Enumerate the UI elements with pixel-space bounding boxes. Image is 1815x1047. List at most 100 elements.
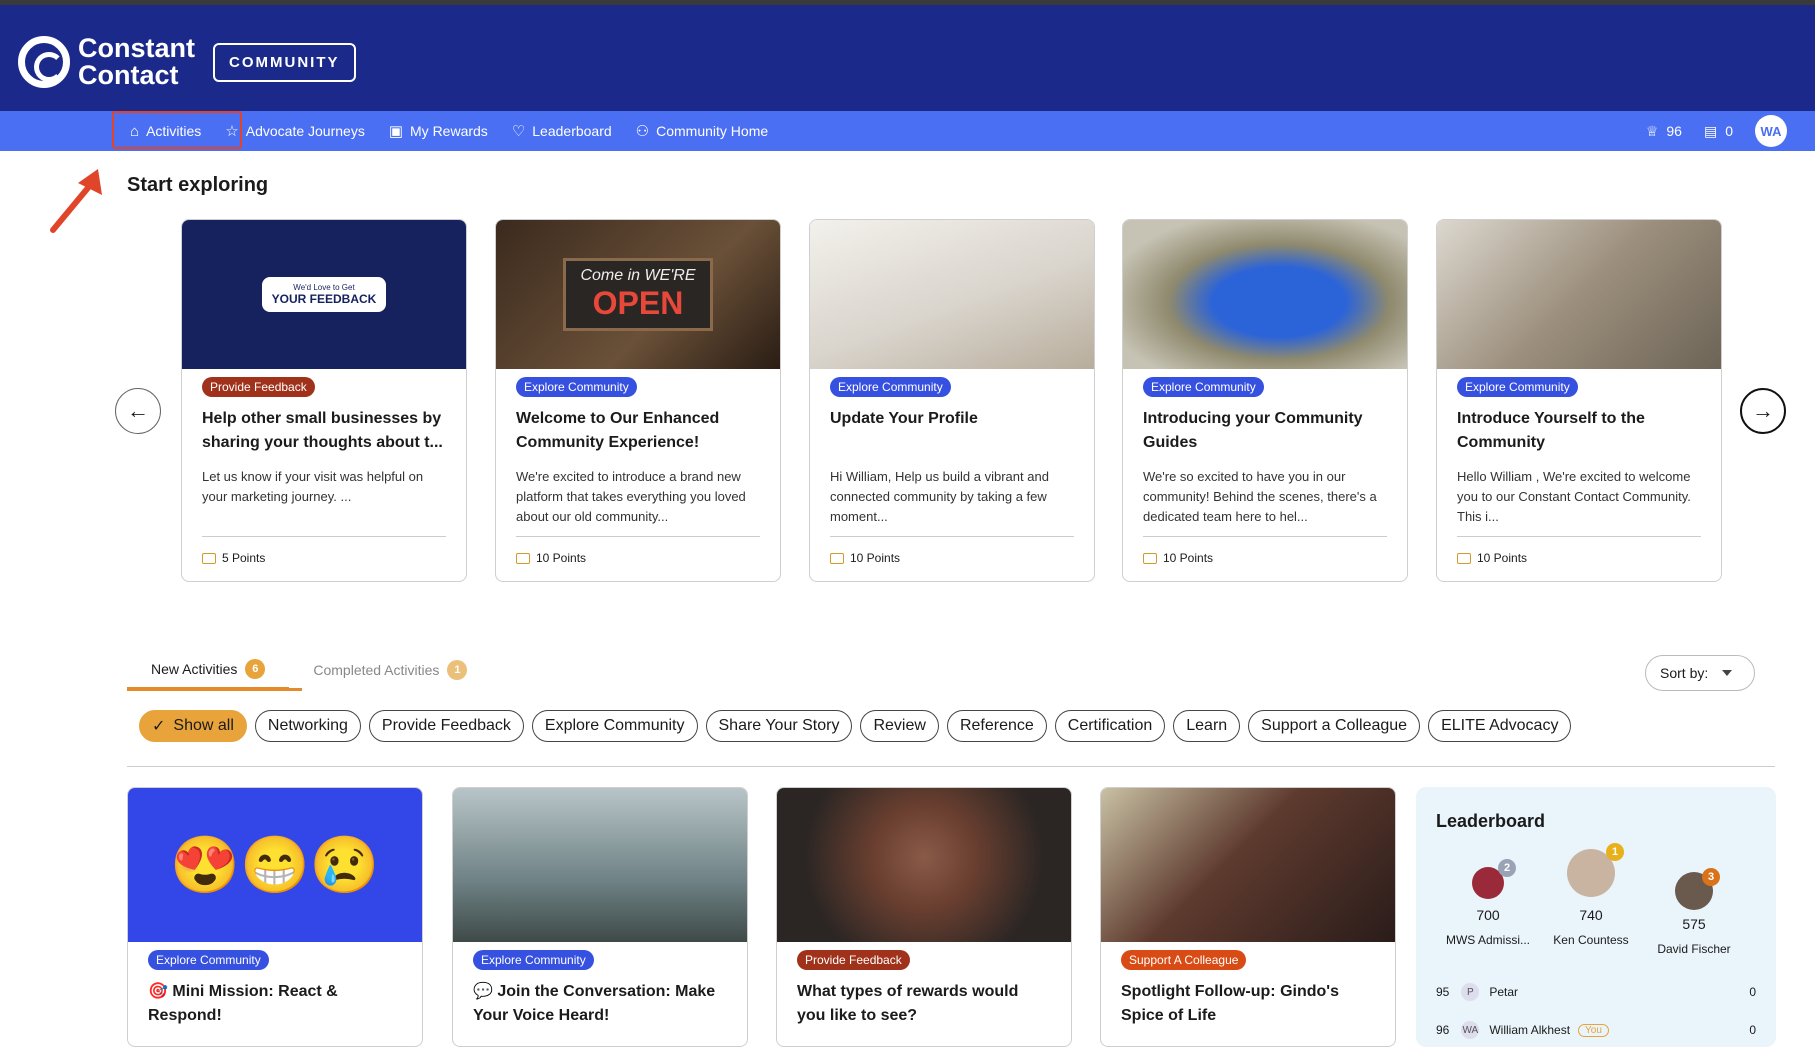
podium-first[interactable]: 1 740 Ken Countess	[1541, 843, 1641, 947]
nav-activities[interactable]: ⌂ Activities	[118, 111, 213, 151]
points-label: 10 Points	[1477, 551, 1528, 565]
card-tag: Explore Community	[473, 950, 594, 970]
nav-label: My Rewards	[410, 123, 488, 139]
card-points: 10 Points	[1143, 536, 1387, 565]
carousel-prev-button[interactable]: ←	[115, 388, 161, 434]
activity-card[interactable]: Explore Community 💬 Join the Conversatio…	[452, 787, 748, 1047]
leaderboard-title: Leaderboard	[1436, 811, 1546, 831]
carousel-next-button[interactable]: →	[1740, 388, 1786, 434]
leaderboard-panel: Leaderboard 2 700 MWS Admissi... 1 740 K…	[1416, 787, 1776, 1047]
chip-review[interactable]: Review	[860, 710, 939, 742]
chip-share-your-story[interactable]: Share Your Story	[705, 710, 853, 742]
coins-icon	[202, 552, 216, 564]
emoji-faces-icon: 😍😁😢	[170, 833, 380, 896]
card-image	[810, 220, 1094, 369]
chip-provide-feedback[interactable]: Provide Feedback	[368, 710, 524, 742]
coins-icon	[830, 552, 844, 564]
explore-card[interactable]: We'd Love to Get YOUR FEEDBACK Provide F…	[181, 219, 467, 582]
points-label: 10 Points	[1163, 551, 1214, 565]
activity-card[interactable]: Provide Feedback What types of rewards w…	[776, 787, 1072, 1047]
constant-contact-logo[interactable]: Constant Contact COMMUNITY	[18, 35, 356, 89]
image-caption-big: OPEN	[592, 285, 684, 321]
row-name: William Alkhest	[1489, 1023, 1571, 1037]
logo-line-2: Contact	[78, 60, 179, 90]
podium-third[interactable]: 3 575 David Fischer	[1644, 868, 1744, 956]
tab-label: New Activities	[151, 660, 238, 677]
home-icon: ⌂	[130, 122, 140, 140]
user-avatar[interactable]: WA	[1755, 115, 1787, 147]
podium-second[interactable]: 2 700 MWS Admissi...	[1438, 859, 1538, 947]
chip-learn[interactable]: Learn	[1173, 710, 1241, 742]
nav-leaderboard[interactable]: ♡ Leaderboard	[500, 111, 624, 151]
nav-community-home[interactable]: ⚇ Community Home	[624, 111, 780, 151]
you-badge: You	[1578, 1023, 1609, 1037]
logo-text: Constant Contact	[78, 35, 195, 89]
tab-underline	[127, 688, 302, 691]
podium-points: 575	[1682, 916, 1706, 932]
arrow-left-icon: ←	[127, 398, 149, 423]
card-image	[1123, 220, 1407, 369]
card-tag: Explore Community	[516, 377, 637, 397]
coins-icon	[1143, 552, 1157, 564]
card-tag: Provide Feedback	[797, 950, 910, 970]
tab-count: 1	[447, 660, 468, 680]
trophy-icon: ♡	[511, 123, 526, 140]
activity-card[interactable]: Support A Colleague Spotlight Follow-up:…	[1100, 787, 1396, 1047]
nav-label: Leaderboard	[532, 123, 612, 139]
medal-icon: 2	[1498, 859, 1516, 877]
leaderboard-row[interactable]: 95 P Petar 0	[1436, 983, 1756, 1001]
avatar: WA	[1461, 1021, 1480, 1039]
card-tag: Explore Community	[830, 377, 951, 397]
tab-new-activities[interactable]: New Activities 6	[127, 650, 290, 690]
row-rank: 95	[1436, 985, 1450, 999]
explore-card[interactable]: Explore Community Introduce Yourself to …	[1436, 219, 1722, 582]
nav-my-rewards[interactable]: ▣ My Rewards	[377, 111, 500, 151]
chevron-down-icon	[1722, 670, 1733, 676]
activity-card[interactable]: 😍😁😢 Explore Community 🎯 Mini Mission: Re…	[127, 787, 423, 1047]
podium-points: 700	[1476, 907, 1500, 923]
chip-elite-advocacy[interactable]: ELITE Advocacy	[1428, 710, 1572, 742]
chip-certification[interactable]: Certification	[1054, 710, 1166, 742]
coins-icon	[516, 552, 530, 564]
nav-label: Activities	[146, 123, 202, 139]
medal-icon: 3	[1702, 868, 1720, 886]
row-name: Petar	[1489, 985, 1519, 999]
explore-card[interactable]: Come in WE'RE OPEN Explore Community Wel…	[495, 219, 781, 582]
explore-card[interactable]: Explore Community Introducing your Commu…	[1122, 219, 1408, 582]
card-points: 5 Points	[202, 536, 446, 565]
podium-name: David Fischer	[1657, 942, 1731, 956]
card-tag: Provide Feedback	[202, 377, 315, 397]
card-image	[453, 788, 747, 942]
nav-label: Advocate Journeys	[245, 123, 365, 139]
nav-advocate-journeys[interactable]: ☆ Advocate Journeys	[213, 111, 377, 151]
annotation-arrow-icon	[50, 169, 102, 233]
chip-networking[interactable]: Networking	[254, 710, 361, 742]
chip-reference[interactable]: Reference	[946, 710, 1047, 742]
podium-name: Ken Countess	[1553, 933, 1629, 947]
card-image: Come in WE'RE OPEN	[496, 220, 780, 369]
chip-support-a-colleague[interactable]: Support a Colleague	[1248, 710, 1421, 742]
filter-chips: ✓ Show all Networking Provide Feedback Ex…	[139, 710, 1579, 742]
card-points: 10 Points	[830, 536, 1074, 565]
medal-icon: 1	[1606, 843, 1624, 861]
card-tag: Explore Community	[148, 950, 269, 970]
chip-show-all[interactable]: ✓ Show all	[139, 710, 247, 742]
card-title: What types of rewards would you like to …	[797, 983, 1019, 1024]
points-label: 5 Points	[222, 551, 266, 565]
card-title: 💬 Join the Conversation: Make Your Voice…	[473, 983, 716, 1024]
sort-dropdown[interactable]: Sort by:	[1645, 655, 1755, 691]
row-points: 0	[1749, 985, 1756, 999]
row-rank: 96	[1436, 1023, 1450, 1037]
card-points: 10 Points	[516, 536, 760, 565]
image-caption-small: Come in WE'RE	[580, 267, 696, 284]
leaderboard-row[interactable]: 96 WA William Alkhest You 0	[1436, 1021, 1756, 1039]
tab-completed-activities[interactable]: Completed Activities 1	[289, 650, 491, 690]
card-title: Help other small businesses by sharing y…	[202, 410, 443, 451]
card-image	[1101, 788, 1395, 942]
card-image: 😍😁😢	[128, 788, 422, 942]
badge-icon: ♕	[1645, 122, 1659, 139]
explore-card[interactable]: Explore Community Update Your Profile Hi…	[809, 219, 1095, 582]
chip-explore-community[interactable]: Explore Community	[531, 710, 698, 742]
card-tag: Explore Community	[1457, 377, 1578, 397]
logo-line-1: Constant	[78, 33, 195, 63]
